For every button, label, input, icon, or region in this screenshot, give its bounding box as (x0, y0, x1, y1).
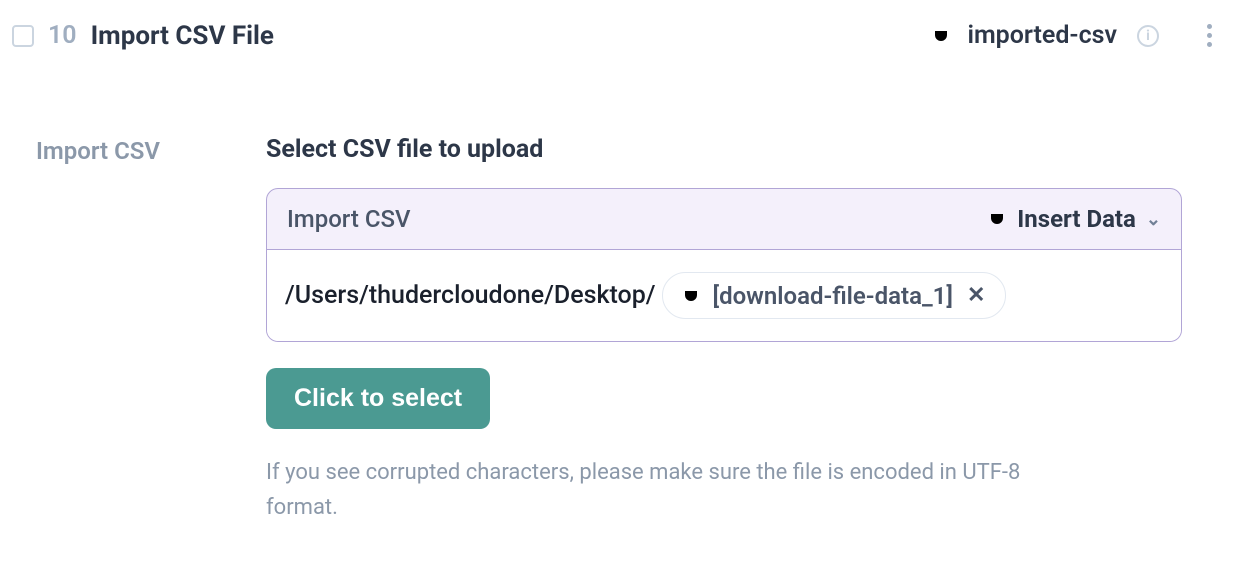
step-checkbox[interactable] (12, 25, 34, 47)
step-title: Import CSV File (91, 21, 274, 51)
file-input-panel: Import CSV Insert Data ⌄ /Users/thudercl… (266, 188, 1182, 342)
chevron-down-icon: ⌄ (1146, 209, 1161, 230)
field-title: Select CSV file to upload (266, 135, 1182, 164)
close-icon[interactable]: ✕ (963, 281, 989, 310)
kebab-menu-icon[interactable] (1203, 20, 1216, 51)
step-header: 10 Import CSV File imported-csv i (12, 20, 1222, 51)
data-chip-label: [download-file-data_1] (713, 282, 953, 310)
data-chip[interactable]: [download-file-data_1] ✕ (662, 272, 1007, 319)
info-icon[interactable]: i (1137, 25, 1159, 47)
plug-icon (985, 207, 1009, 231)
file-path-text: /Users/thudercloudone/Desktop/ (285, 281, 656, 310)
file-path-input[interactable]: /Users/thudercloudone/Desktop/ [download… (267, 250, 1181, 341)
panel-header-label: Import CSV (287, 205, 411, 233)
plug-icon (679, 284, 703, 308)
panel-header: Import CSV Insert Data ⌄ (267, 189, 1181, 250)
insert-data-button[interactable]: Insert Data ⌄ (985, 205, 1161, 233)
step-number: 10 (48, 21, 77, 50)
plug-icon (929, 24, 953, 48)
output-name[interactable]: imported-csv (967, 21, 1117, 50)
field-side-label: Import CSV (36, 135, 186, 525)
encoding-hint: If you see corrupted characters, please … (266, 455, 1086, 525)
insert-data-label: Insert Data (1017, 205, 1136, 233)
click-to-select-button[interactable]: Click to select (266, 368, 490, 429)
